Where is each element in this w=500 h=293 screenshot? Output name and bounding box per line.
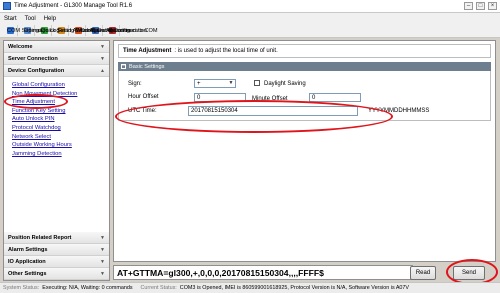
chevron-down-icon: ▼ xyxy=(100,270,105,277)
basic-settings-title: Basic Settings xyxy=(129,63,165,70)
sign-label: Sign: xyxy=(128,81,142,87)
sidebar: Welcome ▼ Server Connection ▼ Device Con… xyxy=(3,40,110,281)
chevron-up-icon: ▲ xyxy=(100,67,105,74)
sidebar-item-global-configuration[interactable]: Global Configuration xyxy=(12,81,109,90)
hour-offset-label: Hour Offset xyxy=(128,94,159,100)
minute-offset-label: Minute Offset xyxy=(252,96,288,102)
title-bar: Time Adjustment - GL300 Manage Tool R1.6… xyxy=(0,0,500,13)
sidebar-section-other-settings[interactable]: Other Settings ▼ xyxy=(4,268,109,280)
sidebar-item-jamming-detection[interactable]: Jamming Detection xyxy=(12,150,109,159)
sign-value: + xyxy=(197,80,201,87)
maximize-button[interactable]: □ xyxy=(476,2,485,10)
read-all-configuration-button[interactable]: Read All Configuration xyxy=(55,25,114,36)
daylight-saving-label: Daylight Saving xyxy=(264,81,306,87)
sidebar-section-position-related-report[interactable]: Position Related Report ▼ xyxy=(4,232,109,244)
send-all-configuration-button[interactable]: Send All Configuration xyxy=(72,25,130,36)
menu-start[interactable]: Start xyxy=(4,16,17,22)
command-output[interactable]: AT+GTTMA=gl300,+,0,0,0,20170815150304,,,… xyxy=(113,265,413,280)
chevron-down-icon: ▼ xyxy=(100,258,105,265)
chevron-down-icon: ▼ xyxy=(100,246,105,253)
close-button[interactable]: × xyxy=(488,2,497,10)
operation-log-button[interactable]: Operation Log xyxy=(21,25,59,36)
device-config-links: Global Configuration Non Movement Detect… xyxy=(4,77,109,158)
current-status-value: COM3 is Opened, IMEI is 860599001618925,… xyxy=(179,285,410,291)
chevron-down-icon: ▼ xyxy=(228,80,234,86)
sidebar-section-alarm-settings[interactable]: Alarm Settings ▼ xyxy=(4,244,109,256)
read-button[interactable]: Read xyxy=(410,266,436,280)
disconnect-com-button[interactable]: Disconnect to COM xyxy=(106,25,158,36)
minute-offset-value: 0 xyxy=(312,94,316,101)
daylight-saving-checkbox[interactable] xyxy=(254,80,260,86)
window-title: Time Adjustment - GL300 Manage Tool R1.6 xyxy=(14,3,133,9)
toolbar: COM Settings Operation Log Quick Setting… xyxy=(0,24,500,38)
sidebar-item-outside-working-hours[interactable]: Outside Working Hours xyxy=(12,141,109,150)
send-button[interactable]: Send xyxy=(453,266,485,280)
sidebar-section-device-configuration[interactable]: Device Configuration ▲ xyxy=(4,65,109,77)
save-all-configuration-button[interactable]: Save All Configuration xyxy=(89,25,147,36)
hour-offset-input[interactable]: 0 xyxy=(194,93,246,102)
app-icon xyxy=(3,2,11,10)
description-title: Time Adjustment xyxy=(123,48,172,54)
utc-time-format: YYYYMMDDHHMMSS xyxy=(368,108,430,114)
hour-offset-value: 0 xyxy=(197,94,201,101)
chevron-down-icon: ▼ xyxy=(100,234,105,241)
collapse-icon[interactable]: – xyxy=(121,64,126,69)
basic-settings-header[interactable]: – Basic Settings xyxy=(118,62,491,71)
utc-time-input[interactable]: 20170815150304 xyxy=(188,106,358,116)
minute-offset-input[interactable]: 0 xyxy=(309,93,361,102)
description-text: : is used to adjust the local time of un… xyxy=(174,48,278,54)
menu-bar: Start Tool Help xyxy=(0,13,500,24)
chevron-down-icon: ▼ xyxy=(100,43,105,50)
sidebar-section-welcome[interactable]: Welcome ▼ xyxy=(4,41,109,53)
command-bar: AT+GTTMA=gl300,+,0,0,0,20170815150304,,,… xyxy=(113,264,496,281)
description-box: Time Adjustment : is used to adjust the … xyxy=(118,44,491,58)
sidebar-section-server-connection[interactable]: Server Connection ▼ xyxy=(4,53,109,65)
status-bar: System Status: Executing: N/A, Waiting: … xyxy=(0,282,500,293)
sign-select[interactable]: + ▼ xyxy=(194,79,236,88)
quick-setting-wizard-button[interactable]: Quick Setting Wizard xyxy=(38,25,93,36)
sidebar-item-function-key-setting[interactable]: Function Key Setting xyxy=(12,107,109,116)
sidebar-item-protocol-watchdog[interactable]: Protocol Watchdog xyxy=(12,124,109,133)
sidebar-item-auto-unlock-pin[interactable]: Auto Unlock PIN xyxy=(12,115,109,124)
system-status-value: Executing: N/A, Waiting: 0 commands xyxy=(42,285,133,291)
sidebar-item-time-adjustment[interactable]: Time Adjustment xyxy=(12,98,109,107)
main-panel: Time Adjustment : is used to adjust the … xyxy=(113,40,496,262)
sidebar-item-network-select[interactable]: Network Select xyxy=(12,133,109,142)
menu-help[interactable]: Help xyxy=(44,16,56,22)
chevron-down-icon: ▼ xyxy=(100,55,105,62)
utc-time-value: 20170815150304 xyxy=(191,108,238,114)
com-settings-button[interactable]: COM Settings xyxy=(4,25,42,36)
minimize-button[interactable]: – xyxy=(464,2,473,10)
sidebar-section-io-application[interactable]: IO Application ▼ xyxy=(4,256,109,268)
current-status-key: Current Status: xyxy=(140,285,177,291)
system-status-key: System Status: xyxy=(3,285,40,291)
utc-time-label: UTC Time: xyxy=(128,108,157,114)
menu-tool[interactable]: Tool xyxy=(25,16,36,22)
sidebar-item-non-movement-detection[interactable]: Non Movement Detection xyxy=(12,90,109,99)
